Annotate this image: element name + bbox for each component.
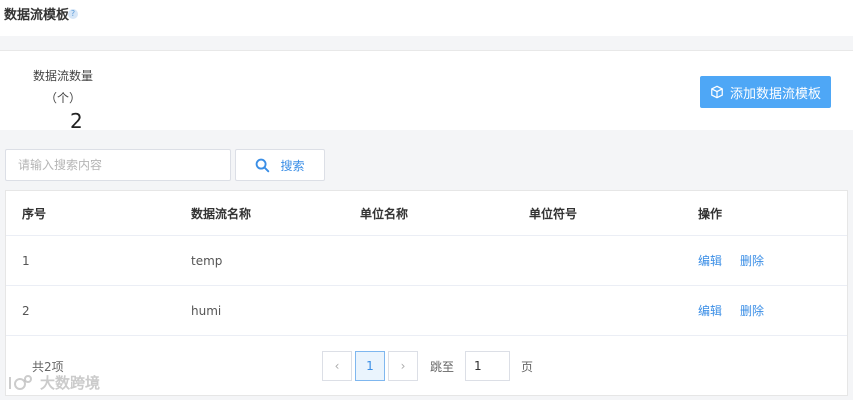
add-template-label: 添加数据流模板 [729, 86, 821, 102]
next-page-button[interactable]: › [388, 351, 418, 381]
watermark: 大数跨境 [6, 372, 100, 393]
row-actions: 编辑 删除 [698, 236, 782, 285]
gap-band [0, 36, 853, 50]
row-name: temp [191, 253, 223, 268]
delete-link[interactable]: 删除 [740, 302, 764, 319]
column-header-unit-symbol: 单位符号 [529, 206, 578, 221]
table-row: 1 temp 编辑 删除 [6, 236, 847, 286]
prev-page-button[interactable]: ‹ [322, 351, 352, 381]
stat-label: 数据流数量 [32, 69, 93, 83]
table-row: 2 humi 编辑 删除 [6, 286, 847, 336]
watermark-logo-icon [9, 374, 32, 390]
data-table: 序号 数据流名称 单位名称 单位符号 操作 1 temp 编辑 删除 2 hum… [5, 190, 848, 396]
page-1-button[interactable]: 1 [355, 351, 385, 381]
edit-link[interactable]: 编辑 [698, 302, 722, 319]
stat-unit: （个） [44, 91, 81, 105]
delete-link[interactable]: 删除 [740, 252, 764, 269]
help-icon[interactable]: ? [68, 9, 78, 19]
search-icon [256, 158, 270, 172]
column-header-actions: 操作 [698, 206, 723, 221]
jump-label: 跳至 [430, 360, 455, 374]
pagination-bar: 共2项 ‹ 1 › 跳至 页 [6, 336, 847, 396]
cube-icon [711, 85, 723, 99]
page-label: 页 [521, 360, 534, 374]
column-header-name: 数据流名称 [191, 206, 252, 221]
jump-page-input[interactable] [465, 351, 510, 381]
row-actions: 编辑 删除 [698, 286, 782, 335]
work-area: 搜索 序号 数据流名称 单位名称 单位符号 操作 1 temp 编辑 删除 2 … [0, 130, 853, 400]
row-index: 2 [22, 303, 30, 318]
page-title: 数据流模板 [4, 8, 70, 23]
page-header: 数据流模板 ? [0, 0, 853, 36]
add-template-button[interactable]: 添加数据流模板 [700, 76, 831, 108]
search-button[interactable]: 搜索 [235, 149, 325, 181]
edit-link[interactable]: 编辑 [698, 252, 722, 269]
table-header-row: 序号 数据流名称 单位名称 单位符号 操作 [6, 191, 847, 236]
watermark-text: 大数跨境 [40, 374, 101, 392]
search-input[interactable] [5, 149, 231, 181]
column-header-unit-name: 单位名称 [360, 206, 409, 221]
search-button-label: 搜索 [280, 158, 305, 173]
column-header-index: 序号 [22, 206, 47, 221]
row-index: 1 [22, 253, 30, 268]
summary-panel: 数据流数量 （个） 2 添加数据流模板 [0, 50, 853, 133]
row-name: humi [191, 303, 222, 318]
